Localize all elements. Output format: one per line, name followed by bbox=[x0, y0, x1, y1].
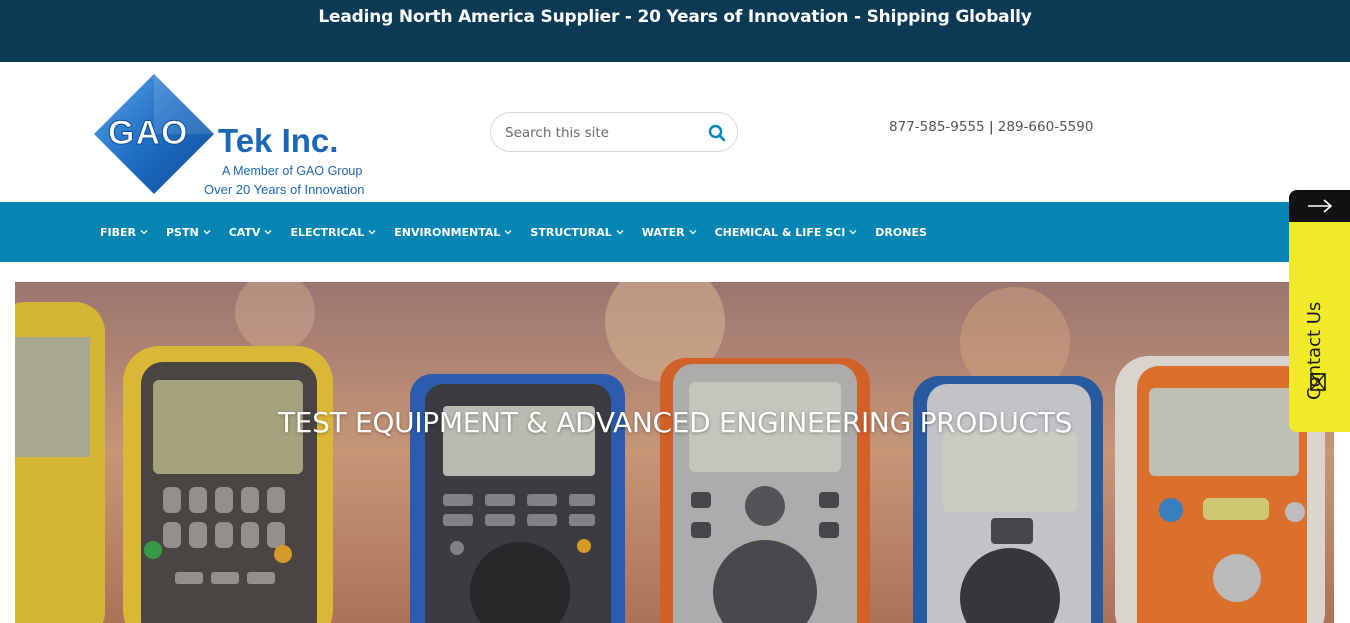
chevron-down-icon bbox=[504, 230, 512, 235]
chevron-down-icon bbox=[849, 230, 857, 235]
site-header: GAO Tek Inc. A Member of GAO Group Over … bbox=[0, 62, 1350, 202]
announcement-bar: Leading North America Supplier - 20 Year… bbox=[0, 0, 1350, 62]
contact-us-label: Contact Us bbox=[1304, 301, 1325, 400]
logo-letters: GAO bbox=[108, 116, 188, 150]
chevron-down-icon bbox=[140, 230, 148, 235]
nav-item-catv[interactable]: CATV bbox=[229, 226, 273, 239]
nav-item-label: ENVIRONMENTAL bbox=[394, 225, 501, 239]
nav-item-electrical[interactable]: ELECTRICAL bbox=[290, 226, 376, 239]
nav-item-label: CATV bbox=[228, 225, 261, 239]
logo-years-text: Over 20 Years of Innovation bbox=[204, 182, 365, 197]
nav-item-structural[interactable]: STRUCTURAL bbox=[530, 225, 624, 239]
contact-tab-toggle[interactable] bbox=[1289, 190, 1350, 222]
nav-item-label: STRUCTURAL bbox=[530, 225, 612, 239]
nav-item-label: DRONES bbox=[875, 225, 927, 239]
search-icon[interactable] bbox=[707, 123, 727, 143]
nav-item-label: PSTN bbox=[165, 225, 199, 239]
nav-item-environmental[interactable]: ENVIRONMENTAL bbox=[394, 226, 512, 239]
logo-member-text: A Member of GAO Group bbox=[222, 164, 363, 178]
nav-item-label: FIBER bbox=[100, 225, 136, 239]
nav-item-drones[interactable]: DRONES bbox=[875, 226, 927, 239]
chevron-down-icon bbox=[368, 230, 376, 235]
hero-multimeters-image bbox=[15, 282, 1334, 623]
nav-item-water[interactable]: WATER bbox=[642, 226, 697, 239]
site-search[interactable] bbox=[490, 112, 738, 152]
phone-primary[interactable]: 877-585-9555 bbox=[889, 119, 985, 135]
arrow-right-icon bbox=[1308, 199, 1333, 213]
nav-item-label: CHEMICAL & LIFE SCI bbox=[714, 225, 846, 239]
chevron-down-icon bbox=[616, 230, 624, 235]
hero-banner: TEST EQUIPMENT & ADVANCED ENGINEERING PR… bbox=[15, 282, 1334, 623]
chevron-down-icon bbox=[689, 230, 697, 235]
hero-title: TEST EQUIPMENT & ADVANCED ENGINEERING PR… bbox=[277, 406, 1073, 439]
announcement-text: Leading North America Supplier - 20 Year… bbox=[318, 7, 1032, 27]
nav-item-label: ELECTRICAL bbox=[290, 225, 365, 239]
phone-separator: | bbox=[988, 119, 994, 135]
nav-list: FIBER PSTN CATV ELECTRICAL ENVIRONMENTAL STRU… bbox=[100, 202, 945, 262]
phone-secondary[interactable]: 289-660-5590 bbox=[998, 119, 1094, 135]
nav-item-pstn[interactable]: PSTN bbox=[166, 226, 211, 239]
main-nav: FIBER PSTN CATV ELECTRICAL ENVIRONMENTAL STRU… bbox=[0, 202, 1350, 262]
nav-item-fiber[interactable]: FIBER bbox=[100, 226, 148, 239]
nav-item-label: WATER bbox=[641, 225, 685, 239]
chevron-down-icon bbox=[203, 230, 211, 235]
logo-letters-graphic: GAO bbox=[108, 116, 188, 150]
contact-us-tab[interactable]: Contact Us bbox=[1289, 190, 1350, 432]
site-logo[interactable]: GAO Tek Inc. A Member of GAO Group Over … bbox=[92, 72, 382, 197]
logo-company-name: Tek Inc. bbox=[218, 122, 339, 159]
nav-item-chemical-life-sci[interactable]: CHEMICAL & LIFE SCI bbox=[715, 226, 858, 239]
chevron-down-icon bbox=[264, 230, 272, 235]
search-input[interactable] bbox=[505, 123, 695, 143]
contact-tab-body[interactable]: Contact Us bbox=[1289, 222, 1350, 432]
contact-phones: 877-585-9555 | 289-660-5590 bbox=[889, 119, 1093, 135]
